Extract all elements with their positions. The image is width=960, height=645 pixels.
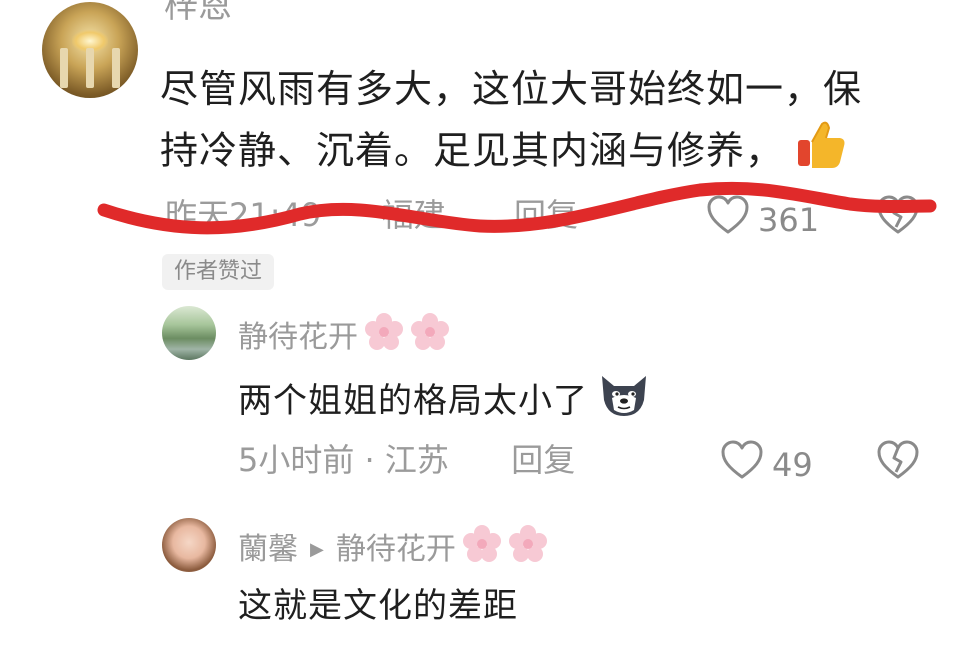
reply-username[interactable]: 静待花开 <box>238 312 450 363</box>
reply-avatar[interactable] <box>162 518 216 572</box>
reply-button[interactable]: 回复 <box>514 196 578 234</box>
reply-arrow-icon: ▶ <box>310 538 324 560</box>
avatar-column <box>60 48 68 88</box>
reply-text-content: 两个姐姐的格局太小了 <box>238 380 588 421</box>
reply-time-location: 5小时前 · 江苏 <box>238 441 449 479</box>
comment-username[interactable]: 梓恩 <box>164 0 232 26</box>
broken-heart-icon <box>876 440 920 484</box>
comment-text-line: 持冷静、沉着。足见其内涵与修养， <box>160 118 900 188</box>
flower-icon <box>364 312 404 363</box>
reply-text: 这就是文化的差距 <box>238 584 518 628</box>
dog-face-icon <box>594 370 654 431</box>
broken-heart-icon <box>876 195 920 239</box>
like-button[interactable]: 49 <box>720 440 813 489</box>
heart-icon <box>720 440 764 489</box>
like-button[interactable]: 361 <box>706 195 819 244</box>
comment-meta: 昨天21:49 福建 回复 <box>165 195 578 235</box>
author-liked-badge: 作者赞过 <box>162 254 275 290</box>
reply-button[interactable]: 回复 <box>511 441 575 479</box>
comment-text-line2: 持冷静、沉着。足见其内涵与修养， <box>160 128 785 173</box>
avatar-column <box>112 48 120 88</box>
dislike-button[interactable] <box>876 440 920 484</box>
like-count: 361 <box>758 200 820 239</box>
reply-username[interactable]: 蘭馨 ▶ 静待花开 <box>238 524 548 575</box>
comment-text-line: 尽管风雨有多大，这位大哥始终如一，保 <box>160 67 863 111</box>
flower-icon <box>410 312 450 363</box>
comment-location: 福建 <box>381 196 446 234</box>
dislike-button[interactable] <box>876 195 920 239</box>
like-count: 49 <box>772 445 813 484</box>
avatar[interactable] <box>42 2 138 98</box>
heart-icon <box>706 195 750 244</box>
reply-meta: 5小时前 · 江苏 回复 <box>238 440 575 480</box>
reply-text-content: 这就是文化的差距 <box>238 586 518 626</box>
comment-thread: 梓恩 尽管风雨有多大，这位大哥始终如一，保 持冷静、沉着。足见其内涵与修养， 昨… <box>0 0 960 645</box>
reply-text: 两个姐姐的格局太小了 <box>238 370 654 431</box>
avatar-column <box>86 48 94 88</box>
flower-icon <box>462 524 502 575</box>
thumbs-up-icon <box>794 118 848 188</box>
reply-username-text: 静待花开 <box>238 319 358 355</box>
reply-avatar[interactable] <box>162 306 216 360</box>
comment-time: 昨天21:49 <box>165 196 322 234</box>
flower-icon <box>508 524 548 575</box>
comment-text: 尽管风雨有多大，这位大哥始终如一，保 持冷静、沉着。足见其内涵与修养， <box>160 60 900 188</box>
reply-to-username[interactable]: 静待花开 <box>336 530 456 570</box>
reply-username-text: 蘭馨 <box>238 531 298 567</box>
